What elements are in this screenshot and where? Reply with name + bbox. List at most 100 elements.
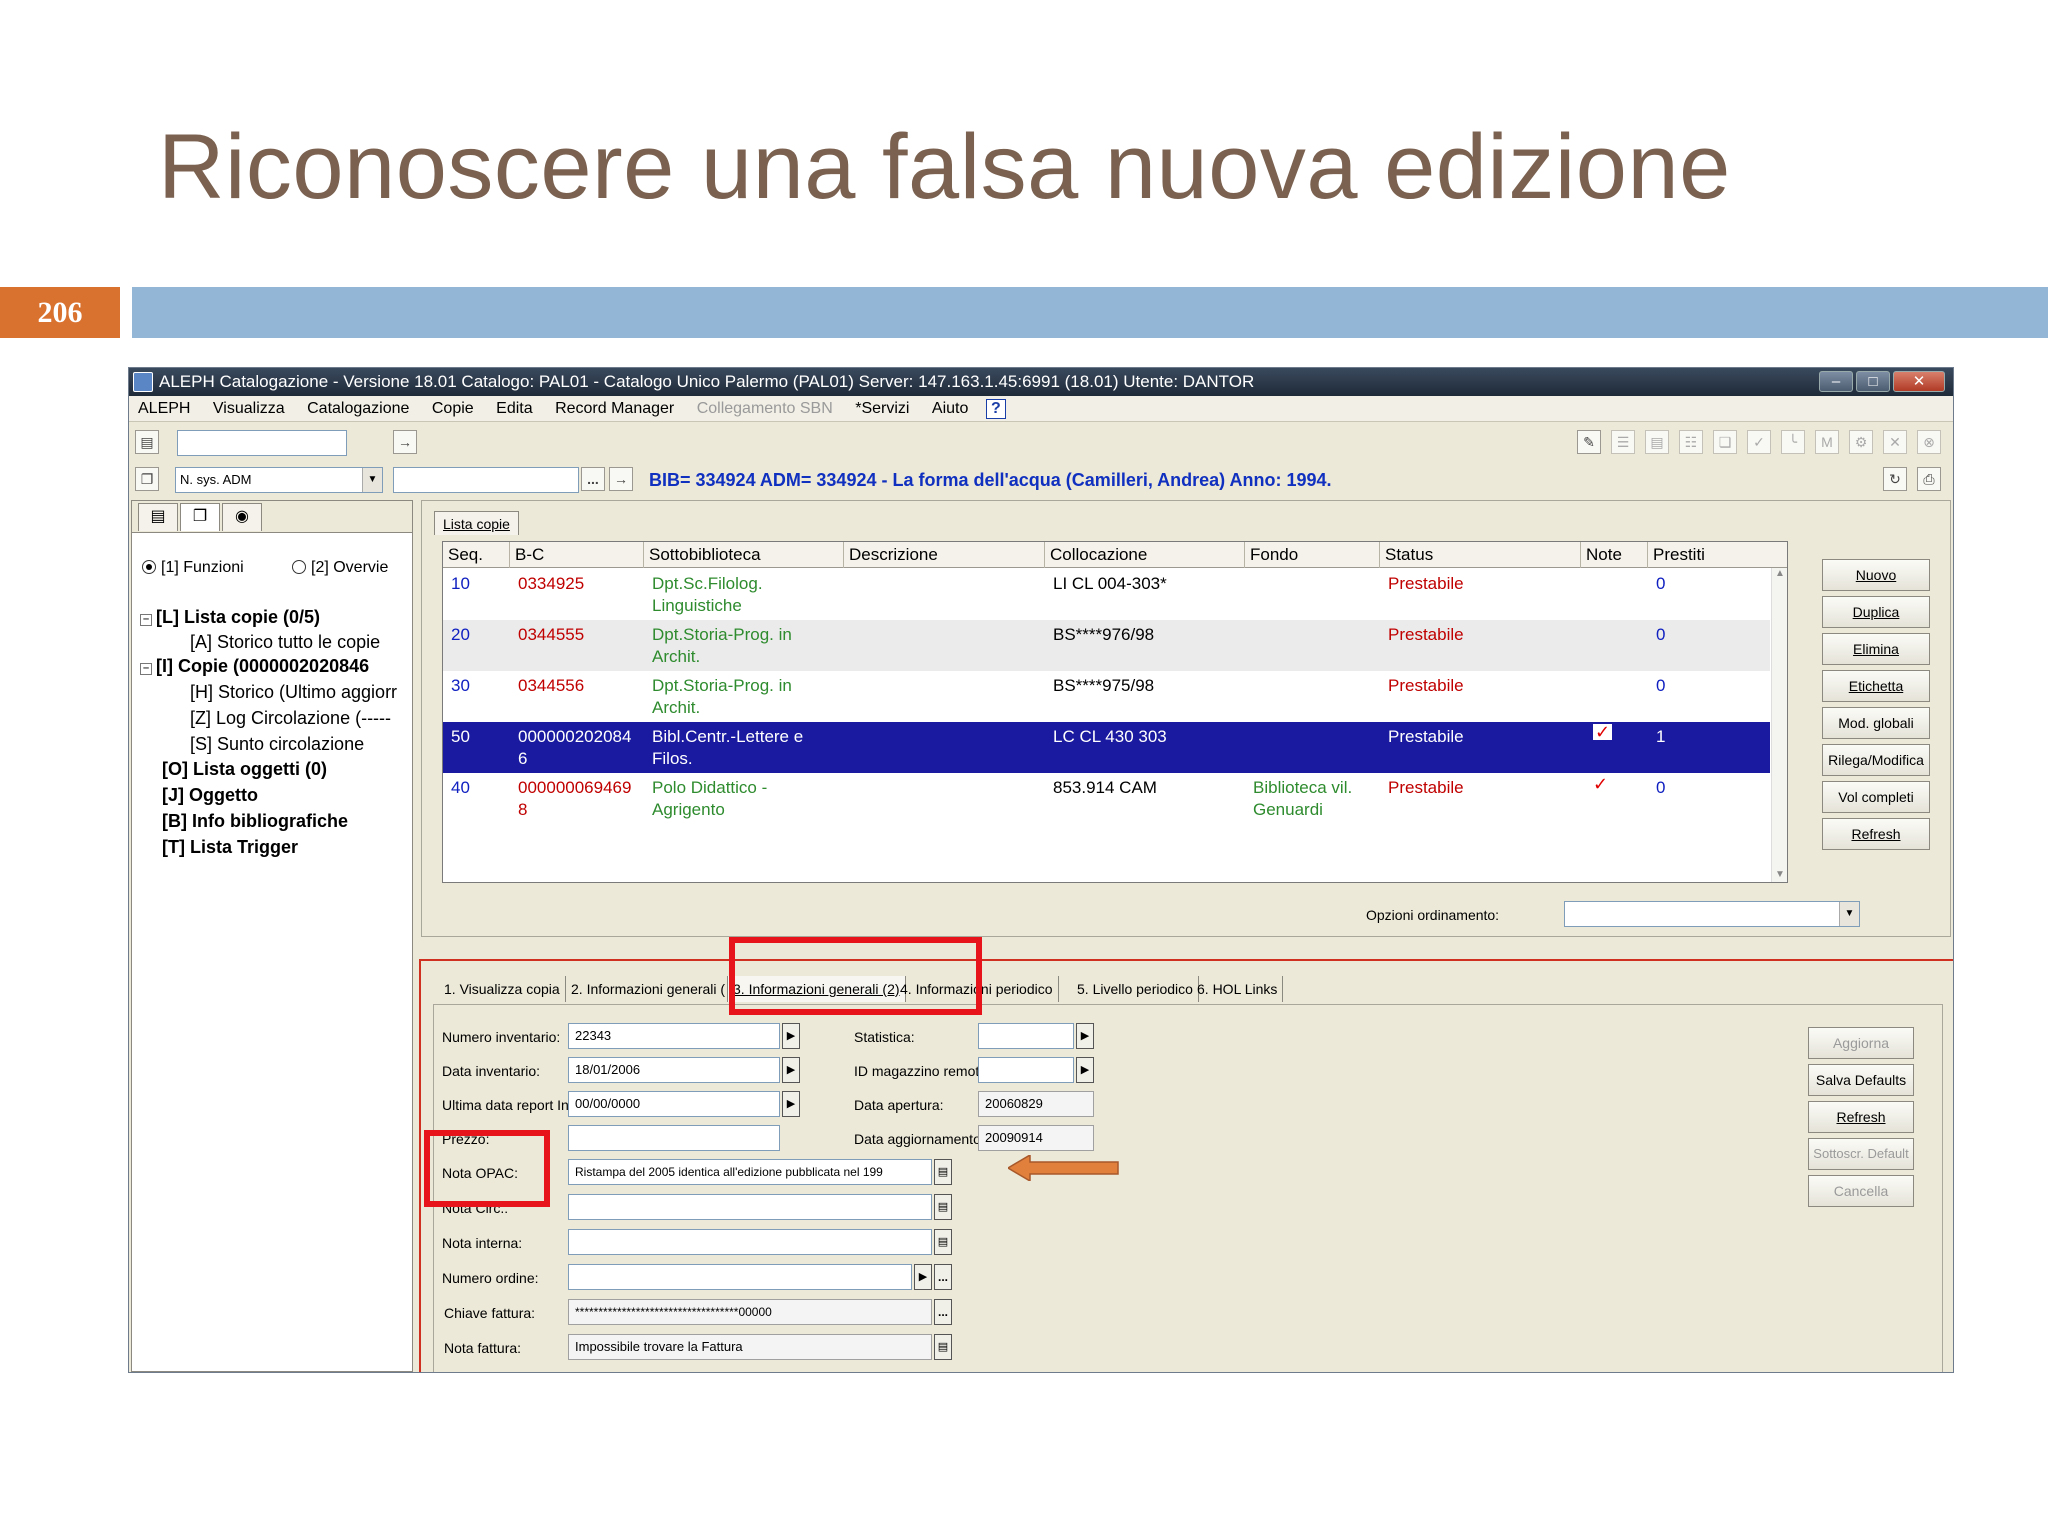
arrow-right-icon[interactable]: ▶ [1076, 1023, 1094, 1049]
sottoscr-default-button[interactable]: Sottoscr. Default [1808, 1138, 1914, 1170]
chevron-down-icon[interactable]: ▼ [362, 468, 382, 492]
tree-item-sunto-circolazione[interactable]: [S] Sunto circolazione [190, 733, 364, 755]
browse-invoice-button[interactable]: ... [934, 1299, 952, 1325]
tree-item-oggetto[interactable]: [J] Oggetto [162, 784, 258, 806]
nuovo-button[interactable]: Nuovo [1822, 559, 1930, 591]
menu-servizi[interactable]: *Servizi [846, 396, 918, 422]
search-key-select[interactable]: N. sys. ADM ▼ [175, 467, 383, 493]
column-header[interactable]: Descrizione [844, 542, 1045, 568]
arrow-right-icon[interactable]: ▶ [1076, 1057, 1094, 1083]
chevron-down-icon[interactable]: ▼ [1839, 902, 1859, 926]
table-row[interactable]: 10 0334925 Dpt.Sc.Filolog. Linguistiche … [443, 569, 1770, 620]
mod-globali-button[interactable]: Mod. globali [1822, 707, 1930, 739]
catalog-tab-icon[interactable]: ▤ [138, 503, 178, 531]
copies-icon[interactable]: ❐ [135, 467, 159, 491]
prezzo-input[interactable] [568, 1125, 780, 1151]
tree-item-storico[interactable]: [H] Storico (Ultimo aggiorr [190, 681, 397, 703]
duplica-button[interactable]: Duplica [1822, 596, 1930, 628]
close-record-icon[interactable]: ⊗ [1917, 430, 1941, 454]
search-value-input[interactable] [393, 467, 579, 493]
browse-button[interactable]: ... [581, 467, 605, 491]
book-icon[interactable]: ▤ [1645, 430, 1669, 454]
data-inventario-input[interactable]: 18/01/2006 [568, 1057, 780, 1083]
radio-unchecked-icon[interactable] [292, 560, 306, 574]
nota-circ-input[interactable] [568, 1194, 932, 1220]
aggiorna-button[interactable]: Aggiorna [1808, 1027, 1914, 1059]
column-header[interactable]: Collocazione [1045, 542, 1245, 568]
tree-item-lista-trigger[interactable]: [T] Lista Trigger [162, 836, 298, 858]
tab-livello-periodico[interactable]: 5. Livello periodico [1072, 976, 1199, 1002]
arrow-right-icon[interactable]: ▶ [914, 1264, 932, 1290]
column-header[interactable]: B-C [510, 542, 644, 568]
refresh-button[interactable]: Refresh [1822, 818, 1930, 850]
table-row[interactable]: 30 0344556 Dpt.Storia-Prog. in Archit. B… [443, 671, 1770, 722]
note-editor-icon[interactable]: ▤ [934, 1229, 952, 1255]
command-input[interactable] [177, 430, 347, 456]
elimina-button[interactable]: Elimina [1822, 633, 1930, 665]
menu-copie[interactable]: Copie [423, 396, 483, 422]
arrow-right-icon[interactable]: ▶ [782, 1091, 800, 1117]
id-magazzino-remoto-input[interactable] [978, 1057, 1074, 1083]
browse-order-button[interactable]: ... [934, 1264, 952, 1290]
refresh-form-button[interactable]: Refresh [1808, 1101, 1914, 1133]
record-icon[interactable]: ▤ [135, 430, 159, 454]
column-header[interactable]: Prestiti [1648, 542, 1787, 568]
tab-visualizza-copia[interactable]: 1. Visualizza copia [439, 976, 566, 1002]
etichetta-button[interactable]: Etichetta [1822, 670, 1930, 702]
merge-icon[interactable]: M [1815, 430, 1839, 454]
note-editor-icon[interactable]: ▤ [934, 1159, 952, 1185]
go-arrow-icon[interactable]: → [393, 430, 417, 454]
table-row[interactable]: 20 0344555 Dpt.Storia-Prog. in Archit. B… [443, 620, 1770, 671]
statistica-input[interactable] [978, 1023, 1074, 1049]
menu-collegamento-sbn[interactable]: Collegamento SBN [688, 396, 842, 422]
tab-hol-links[interactable]: 6. HOL Links [1192, 976, 1284, 1002]
cancella-button[interactable]: Cancella [1808, 1175, 1914, 1207]
table-row[interactable]: 40 000000069469 8 Polo Didattico - Agrig… [443, 773, 1770, 824]
nota-fattura-input[interactable]: Impossibile trovare la Fattura [568, 1334, 932, 1360]
go-arrow-icon[interactable]: → [609, 467, 633, 491]
table-scrollbar[interactable]: ▲ ▼ [1771, 568, 1787, 882]
radio-funzioni[interactable]: [1] Funzioni [142, 559, 244, 577]
settings-icon[interactable]: ⚙ [1849, 430, 1873, 454]
column-header[interactable]: Sottobiblioteca [644, 542, 844, 568]
vol-completi-button[interactable]: Vol completi [1822, 781, 1930, 813]
tree-icon[interactable]: ☰ [1611, 430, 1635, 454]
column-header[interactable]: Status [1380, 542, 1581, 568]
table-row-selected[interactable]: 50 000000202084 6 Bibl.Centr.-Lettere e … [443, 722, 1770, 773]
column-header[interactable]: Fondo [1245, 542, 1380, 568]
maximize-button[interactable]: □ [1856, 371, 1890, 392]
tree-item-log-circolazione[interactable]: [Z] Log Circolazione (----- [190, 707, 391, 729]
note-editor-icon[interactable]: ▤ [934, 1334, 952, 1360]
tree-item-copie[interactable]: – [I] Copie (0000002020846 [140, 655, 369, 677]
menu-aleph[interactable]: ALEPH [129, 396, 199, 422]
nota-opac-input[interactable]: Ristampa del 2005 identica all'edizione … [568, 1159, 932, 1185]
delete-icon[interactable]: ✕ [1883, 430, 1907, 454]
arrow-right-icon[interactable]: ▶ [782, 1057, 800, 1083]
tree-item-info-bibliografiche[interactable]: [B] Info bibliografiche [162, 810, 348, 832]
chiave-fattura-input[interactable]: ***********************************00000 [568, 1299, 932, 1325]
tab-informazioni-generali-1[interactable]: 2. Informazioni generali ( [566, 976, 732, 1002]
note-editor-icon[interactable]: ▤ [934, 1194, 952, 1220]
edit-record-icon[interactable]: ✎ [1577, 430, 1601, 454]
ultima-data-report-input[interactable]: 00/00/0000 [568, 1091, 780, 1117]
tree-item-lista-oggetti[interactable]: [O] Lista oggetti (0) [162, 758, 327, 780]
radio-overview[interactable]: [2] Overvie [292, 559, 388, 577]
list-icon[interactable]: ☷ [1679, 430, 1703, 454]
arrow-right-icon[interactable]: ▶ [782, 1023, 800, 1049]
minimize-button[interactable]: – [1819, 371, 1853, 392]
menu-aiuto[interactable]: Aiuto [923, 396, 977, 422]
collapse-icon[interactable]: – [140, 614, 152, 626]
radio-checked-icon[interactable] [142, 560, 156, 574]
copy-icon[interactable]: ❏ [1713, 430, 1737, 454]
binoculars-tab-icon[interactable]: ◉ [222, 503, 262, 531]
scroll-up-icon[interactable]: ▲ [1772, 568, 1787, 579]
menu-visualizza[interactable]: Visualizza [204, 396, 294, 422]
tree-item-storico-copie[interactable]: [A] Storico tutto le copie [190, 631, 380, 653]
menu-edita[interactable]: Edita [487, 396, 541, 422]
help-icon[interactable]: ? [985, 398, 1006, 419]
salva-defaults-button[interactable]: Salva Defaults [1808, 1064, 1914, 1096]
numero-inventario-input[interactable]: 22343 [568, 1023, 780, 1049]
menu-record-manager[interactable]: Record Manager [546, 396, 683, 422]
crop-icon[interactable]: ╰ [1781, 430, 1805, 454]
close-button[interactable]: ✕ [1893, 371, 1945, 392]
